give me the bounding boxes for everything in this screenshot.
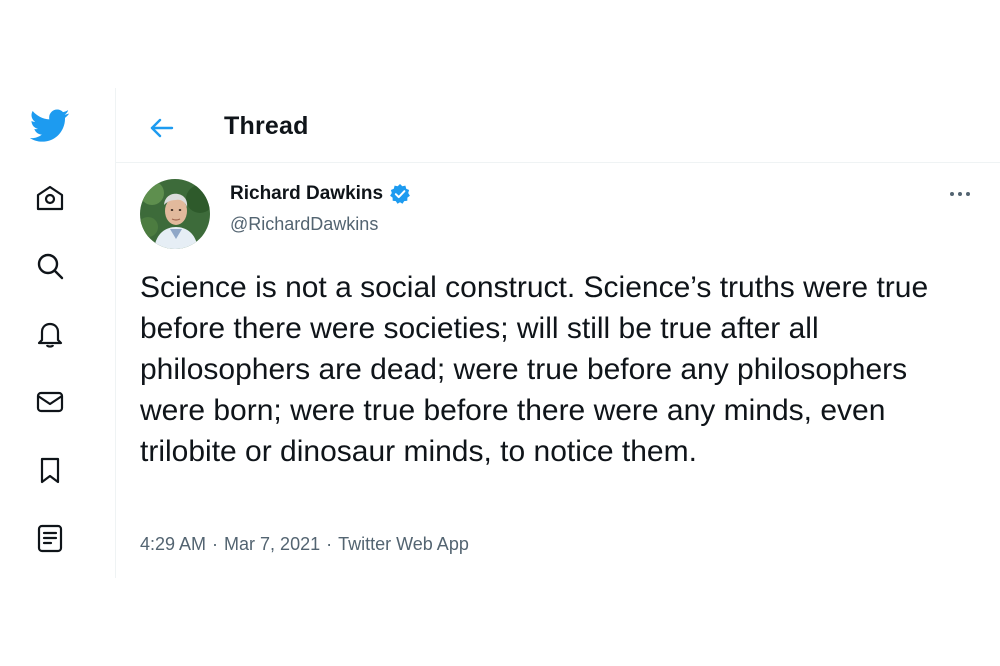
meta-separator: ·	[326, 534, 333, 554]
page-title: Thread	[224, 112, 309, 140]
more-options-button[interactable]	[942, 179, 978, 209]
messages-envelope-icon[interactable]	[30, 382, 70, 422]
verified-badge-icon	[389, 183, 411, 205]
explore-search-icon[interactable]	[30, 246, 70, 286]
lists-icon[interactable]	[30, 518, 70, 558]
bookmarks-icon[interactable]	[30, 450, 70, 490]
tweet-date[interactable]: Mar 7, 2021	[224, 534, 320, 555]
meta-separator: ·	[212, 534, 219, 554]
author-name-row[interactable]: Richard Dawkins	[230, 183, 411, 205]
tweet-metadata: 4:29 AM · Mar 7, 2021 · Twitter Web App	[140, 534, 469, 555]
notifications-bell-icon[interactable]	[30, 314, 70, 354]
more-dots-icon	[950, 192, 970, 196]
tweet-thread-page: Thread Richard Dawkins @RichardDawkins S…	[0, 0, 1000, 666]
author-name[interactable]: Richard Dawkins	[230, 183, 383, 205]
tweet-time[interactable]: 4:29 AM	[140, 534, 206, 555]
twitter-logo-icon[interactable]	[30, 106, 70, 146]
tweet-source[interactable]: Twitter Web App	[338, 534, 469, 555]
sidebar-nav	[0, 88, 116, 578]
home-icon[interactable]	[30, 178, 70, 218]
arrow-left-icon	[150, 118, 174, 138]
tweet: Richard Dawkins @RichardDawkins Science …	[116, 163, 1000, 578]
tweet-text: Science is not a social construct. Scien…	[140, 271, 929, 468]
author-handle[interactable]: @RichardDawkins	[230, 214, 378, 235]
avatar[interactable]	[140, 179, 210, 249]
main-column: Thread Richard Dawkins @RichardDawkins S…	[116, 88, 1000, 578]
thread-header: Thread	[116, 88, 1000, 163]
back-button[interactable]	[144, 110, 180, 146]
